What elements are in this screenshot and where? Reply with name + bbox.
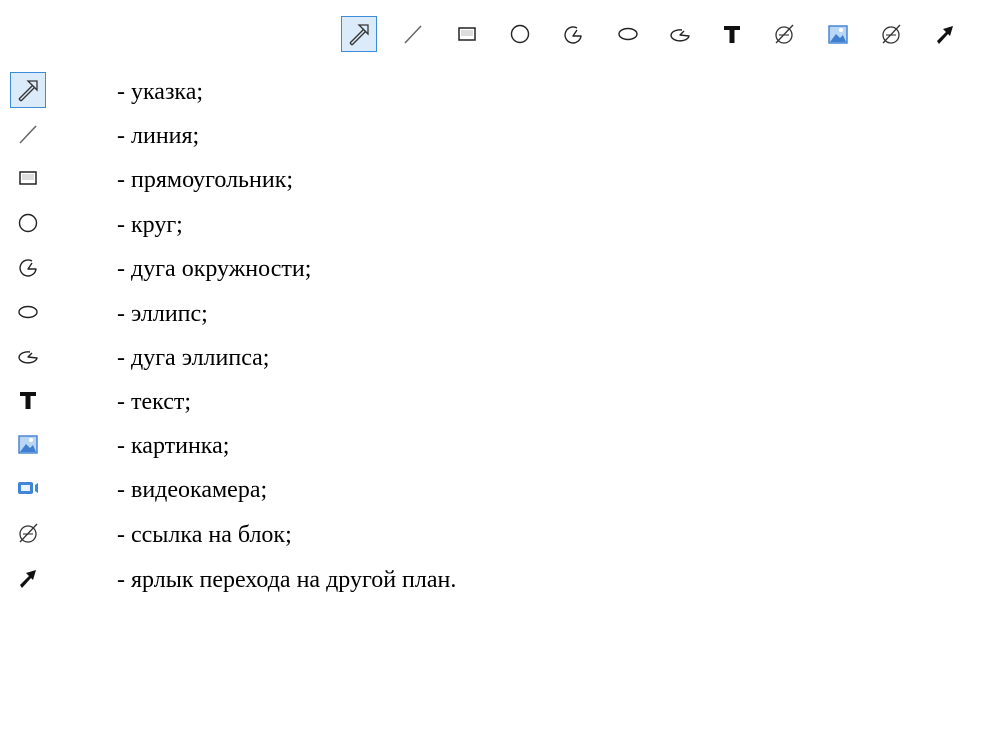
ellipse-icon — [615, 21, 641, 47]
circle-tool-button[interactable] — [502, 16, 538, 52]
picture-icon — [10, 426, 46, 462]
list-item-label: - прямоугольник; — [117, 167, 294, 193]
pointer-icon — [10, 72, 46, 108]
list-item: - видеокамера; — [0, 468, 1000, 508]
rectangle-icon — [10, 160, 46, 196]
plan-shortcut-icon — [10, 560, 46, 596]
line-icon — [10, 116, 46, 152]
text-tool-button[interactable] — [714, 16, 750, 52]
pointer-tool-button[interactable] — [341, 16, 377, 52]
list-item-label: - видеокамера; — [117, 477, 268, 503]
list-item-label: - картинка; — [117, 433, 230, 459]
text-icon — [10, 382, 46, 418]
list-item-label: - ссылка на блок; — [117, 522, 292, 548]
list-item-label: - круг; — [117, 212, 183, 238]
list-item-label: - дуга окружности; — [117, 256, 312, 282]
circle-icon — [507, 21, 533, 47]
text-icon — [719, 21, 745, 47]
list-item: - ссылка на блок; — [0, 513, 1000, 553]
pointer-icon — [346, 21, 372, 47]
circle-arc-icon — [10, 249, 46, 285]
circle-arc-tool-button[interactable] — [555, 16, 591, 52]
rectangle-icon — [454, 21, 480, 47]
picture-tool-button[interactable] — [820, 16, 856, 52]
block-link-icon — [771, 21, 797, 47]
ellipse-tool-button[interactable] — [610, 16, 646, 52]
list-item: - указка; — [0, 70, 1000, 110]
picture-icon — [825, 21, 851, 47]
ellipse-icon — [10, 294, 46, 330]
block-link-tool-button-2[interactable] — [873, 16, 909, 52]
ellipse-arc-tool-button[interactable] — [662, 16, 698, 52]
circle-arc-icon — [560, 21, 586, 47]
list-item: - текст; — [0, 380, 1000, 420]
list-item-label: - линия; — [117, 123, 200, 149]
block-link-icon — [10, 515, 46, 551]
list-item: - линия; — [0, 114, 1000, 154]
ellipse-arc-icon — [667, 21, 693, 47]
list-item-label: - ярлык перехода на другой план. — [117, 567, 457, 593]
list-item: - дуга окружности; — [0, 247, 1000, 287]
list-item-label: - указка; — [117, 79, 204, 105]
ellipse-arc-icon — [10, 338, 46, 374]
list-item: - прямоугольник; — [0, 158, 1000, 198]
list-item: - картинка; — [0, 424, 1000, 464]
list-item-label: - дуга эллипса; — [117, 345, 270, 371]
list-item: - круг; — [0, 203, 1000, 243]
videocamera-icon — [10, 470, 46, 506]
plan-shortcut-tool-button[interactable] — [927, 16, 963, 52]
circle-icon — [10, 205, 46, 241]
block-link-icon — [878, 21, 904, 47]
list-item: - дуга эллипса; — [0, 336, 1000, 376]
plan-shortcut-icon — [932, 21, 958, 47]
list-item-label: - эллипс; — [117, 301, 208, 327]
list-item: - ярлык перехода на другой план. — [0, 558, 1000, 598]
line-icon — [400, 21, 426, 47]
list-item: - эллипс; — [0, 292, 1000, 332]
list-item-label: - текст; — [117, 389, 192, 415]
block-link-tool-button[interactable] — [766, 16, 802, 52]
drawing-toolbar — [339, 14, 999, 54]
line-tool-button[interactable] — [395, 16, 431, 52]
rectangle-tool-button[interactable] — [449, 16, 485, 52]
